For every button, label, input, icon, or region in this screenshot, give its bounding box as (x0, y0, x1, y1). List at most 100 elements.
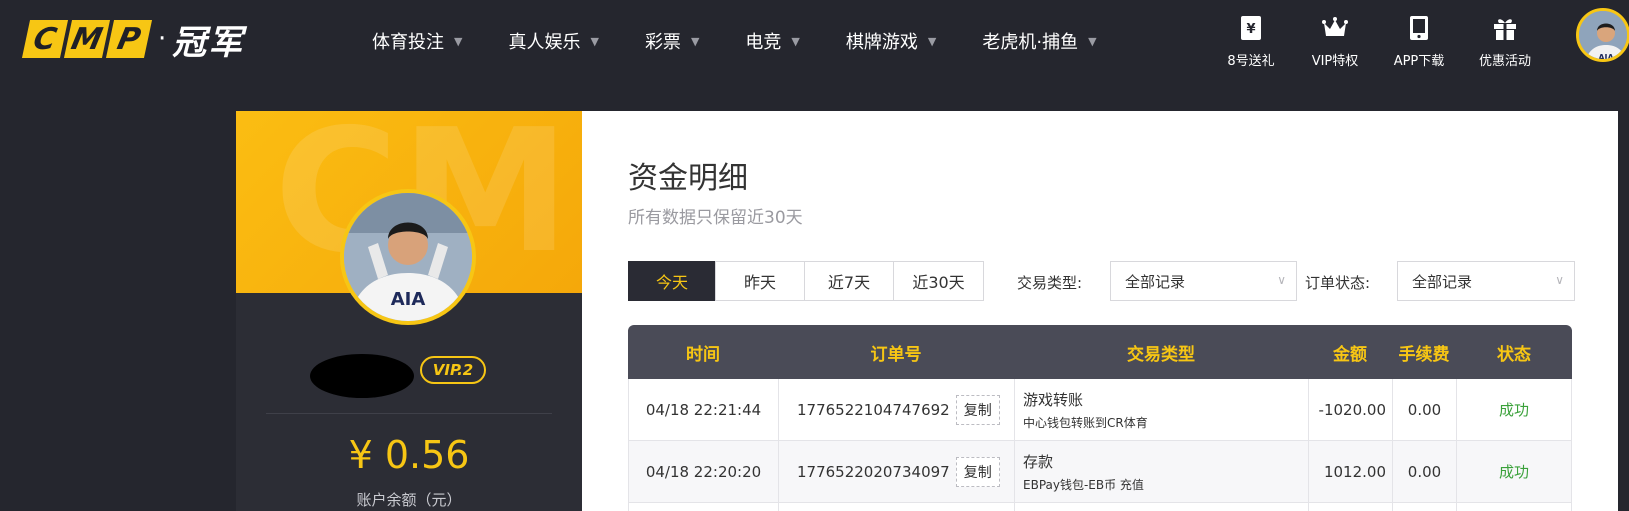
logo-letters: C M P (21, 20, 153, 58)
tab-last-30-days[interactable]: 近30天 (893, 261, 984, 301)
date-range-tabs: 今天 昨天 近7天 近30天 (628, 261, 984, 301)
cell-status: 成功 (1498, 401, 1529, 419)
chevron-down-icon: ▼ (791, 34, 800, 48)
cell-order-no (779, 503, 1015, 511)
nav-live-casino[interactable]: 真人娱乐 ▼ (508, 28, 598, 54)
crown-icon (1321, 14, 1349, 42)
nav-card-games-label: 棋牌游戏 (845, 32, 918, 53)
account-balance: ¥ 0.56 (348, 433, 470, 477)
tab-today[interactable]: 今天 (628, 261, 716, 301)
profile-avatar: AIA (340, 189, 476, 325)
site-logo[interactable]: C M P · 冠军 (21, 18, 244, 63)
account-balance-label: 账户余额（元） (356, 491, 462, 509)
nav-esports-label: 电竞 (745, 32, 782, 53)
cell-amount (1309, 503, 1393, 511)
type-detail: EBPay钱包-EB币 充值 (1023, 477, 1144, 492)
copy-order-button[interactable]: 复制 (955, 456, 1000, 487)
cell-fee: 0.00 (1393, 441, 1457, 502)
column-header-amount: 金额 (1333, 344, 1367, 365)
cell-order-no: 1776522020734097 复制 (779, 441, 1015, 502)
username-redacted (310, 354, 414, 398)
quick-link-promotions[interactable]: 优惠活动 (1460, 14, 1550, 69)
chevron-down-icon: ▼ (590, 34, 599, 48)
user-avatar[interactable]: AIA (1576, 8, 1629, 62)
quick-link-label: APP下载 (1393, 54, 1445, 69)
cell-status: 成功 (1498, 463, 1529, 481)
chevron-down-icon: ∨ (1277, 273, 1286, 287)
order-status-value: 全部记录 (1412, 272, 1473, 291)
profile-divider (266, 413, 552, 414)
logo-dot: · (158, 24, 167, 54)
table-row: 04/18 22:21:44 1776522104747692 复制 游戏转账 … (628, 379, 1572, 441)
gift-icon (1491, 14, 1519, 42)
chevron-down-icon: ∨ (1555, 273, 1564, 287)
cell-amount: 1012.00 (1309, 441, 1393, 502)
column-header-time: 时间 (686, 344, 720, 365)
nav-slots-fishing[interactable]: 老虎机·捕鱼 ▼ (982, 28, 1096, 54)
quick-link-app-download[interactable]: APP下载 (1374, 14, 1464, 69)
order-status-select[interactable]: 全部记录 ∨ (1397, 261, 1575, 301)
tab-yesterday[interactable]: 昨天 (715, 261, 805, 301)
order-status-label: 订单状态: (1305, 274, 1371, 292)
table-row: 04/18 22:20:20 1776522020734097 复制 存款 EB… (628, 441, 1572, 503)
svg-text:AIA: AIA (391, 289, 426, 310)
cell-status (1457, 503, 1571, 511)
phone-icon (1405, 14, 1433, 42)
profile-card: CMP AIA VIP.2 ¥ 0.56 账户余额（元） (236, 111, 582, 511)
column-header-type: 交易类型 (1127, 344, 1195, 365)
top-navbar: C M P · 冠军 体育投注 ▼ 真人娱乐 ▼ 彩票 ▼ 电竞 ▼ 棋牌游戏 ▼ 老虎机… (0, 0, 1629, 82)
table-header: 时间 订单号 交易类型 金额 手续费 状态 (628, 325, 1572, 379)
nav-sports[interactable]: 体育投注 ▼ (372, 28, 462, 54)
cell-fee: 0.00 (1393, 379, 1457, 440)
quick-link-vip[interactable]: VIP特权 (1290, 14, 1380, 69)
quick-link-label: 优惠活动 (1478, 54, 1531, 69)
nav-lottery-label: 彩票 (644, 32, 681, 53)
nav-card-games[interactable]: 棋牌游戏 ▼ (846, 28, 936, 54)
chevron-down-icon: ▼ (1088, 34, 1097, 48)
transaction-type-select[interactable]: 全部记录 ∨ (1110, 261, 1297, 301)
transaction-type-label: 交易类型: (1017, 274, 1083, 292)
column-header-order-no: 订单号 (870, 344, 922, 365)
cell-type: 返水 (1015, 503, 1309, 511)
coupon-icon: ¥ (1237, 14, 1265, 42)
nav-slots-fishing-label: 老虎机·捕鱼 (982, 32, 1079, 53)
nav-esports[interactable]: 电竞 ▼ (745, 28, 799, 54)
cell-fee (1393, 503, 1457, 511)
page-subtitle: 所有数据只保留近30天 (628, 208, 803, 228)
main-nav: 体育投注 ▼ 真人娱乐 ▼ 彩票 ▼ 电竞 ▼ 棋牌游戏 ▼ 老虎机·捕鱼 ▼ (372, 26, 1143, 56)
table-row: 返水 (628, 503, 1572, 511)
nav-lottery[interactable]: 彩票 ▼ (645, 28, 699, 54)
nav-sports-label: 体育投注 (372, 32, 444, 53)
cell-time (629, 503, 779, 511)
chevron-down-icon: ▼ (690, 34, 700, 48)
cell-time: 04/18 22:20:20 (629, 441, 779, 502)
svg-text:¥: ¥ (1246, 22, 1255, 37)
quick-link-day8-gift[interactable]: ¥ 8号送礼 (1206, 14, 1296, 69)
order-number: 1776522104747692 (797, 400, 950, 419)
page-title: 资金明细 (628, 161, 748, 196)
order-number: 1776522020734097 (797, 462, 950, 481)
transactions-table: 时间 订单号 交易类型 金额 手续费 状态 04/18 22:21:44 177… (628, 325, 1572, 511)
copy-order-button[interactable]: 复制 (955, 394, 1000, 425)
column-header-fee: 手续费 (1398, 344, 1450, 365)
cell-order-no: 1776522104747692 复制 (779, 379, 1015, 440)
logo-text: 冠军 (172, 22, 245, 63)
fund-details-panel: 资金明细 所有数据只保留近30天 今天 昨天 近7天 近30天 交易类型: 全部… (582, 111, 1618, 511)
chevron-down-icon: ▼ (927, 34, 937, 48)
vip-level-badge: VIP.2 (420, 356, 486, 384)
type-detail: 中心钱包转账到CR体育 (1023, 415, 1148, 430)
tab-last-7-days[interactable]: 近7天 (804, 261, 894, 301)
nav-live-casino-label: 真人娱乐 (508, 32, 581, 53)
type-main: 游戏转账 (1023, 390, 1084, 409)
logo-letter-c: C (21, 20, 69, 58)
chevron-down-icon: ▼ (454, 34, 463, 48)
logo-letter-m: M (63, 20, 111, 58)
type-main: 存款 (1023, 452, 1054, 471)
quick-link-label: 8号送礼 (1227, 54, 1275, 69)
quick-link-label: VIP特权 (1311, 54, 1359, 69)
column-header-status: 状态 (1497, 344, 1531, 365)
cell-amount: -1020.00 (1309, 379, 1393, 440)
svg-text:AIA: AIA (1598, 53, 1614, 62)
logo-letter-p: P (105, 20, 153, 58)
cell-type: 存款 EBPay钱包-EB币 充值 (1015, 441, 1309, 502)
